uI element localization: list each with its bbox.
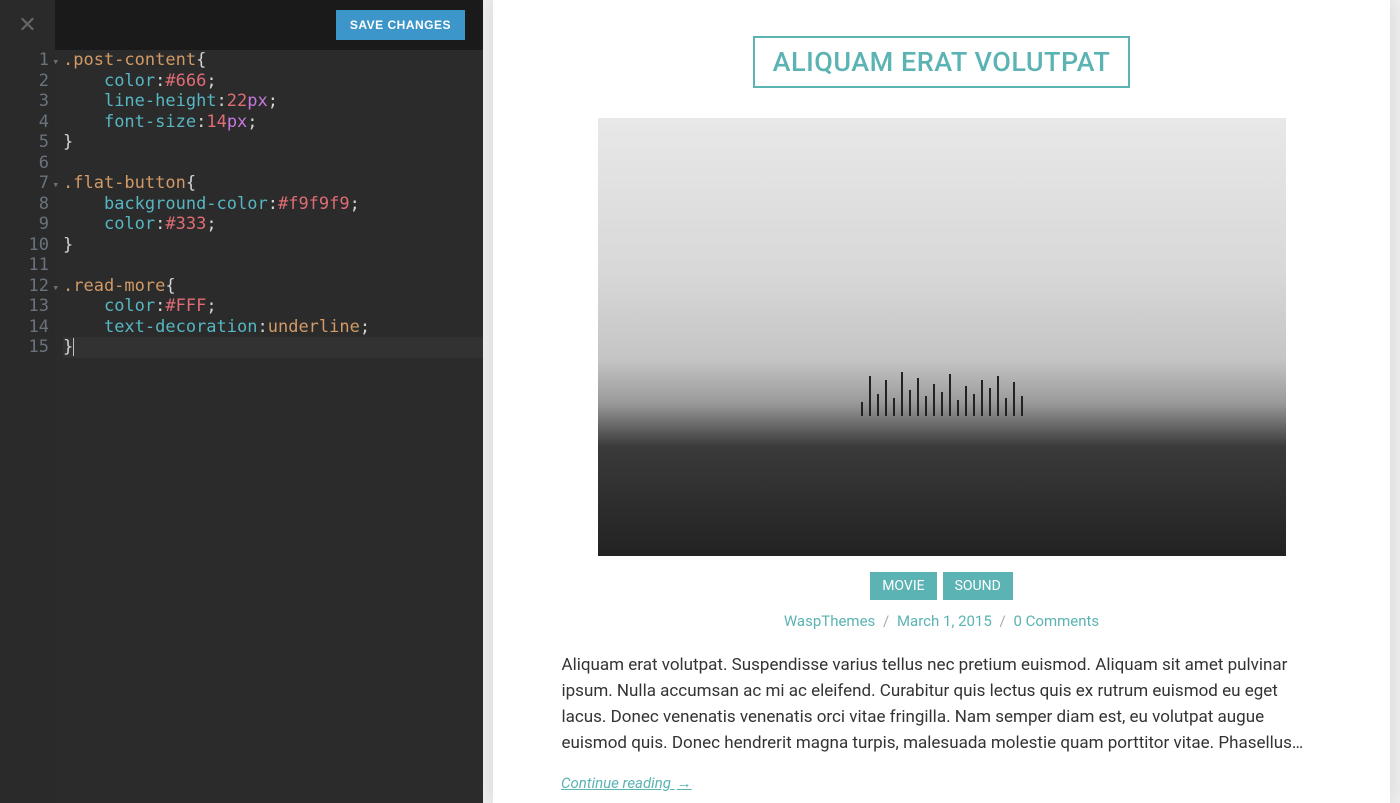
post-excerpt: Aliquam erat volutpat. Suspendisse variu… [562, 652, 1322, 756]
preview-page: ALIQUAM ERAT VOLUTPAT [493, 0, 1390, 803]
code-line[interactable]: line-height:22px; [63, 91, 483, 112]
fold-arrow-icon[interactable]: ▾ [52, 278, 59, 299]
code-line[interactable]: color:#666; [63, 71, 483, 92]
author-link[interactable]: WaspThemes [784, 612, 875, 630]
code-line[interactable]: } [63, 337, 483, 358]
editor-toolbar: SAVE CHANGES [55, 0, 483, 50]
post-meta: WaspThemes / March 1, 2015 / 0 Comments [784, 612, 1099, 630]
code-line[interactable]: } [63, 235, 483, 256]
code-line[interactable]: text-decoration:underline; [63, 317, 483, 338]
comments-link[interactable]: 0 Comments [1013, 612, 1099, 630]
code-line[interactable]: background-color:#f9f9f9; [63, 194, 483, 215]
read-more-link[interactable]: Continue reading → [561, 774, 692, 792]
line-number: 14 [0, 317, 49, 338]
line-number: 9 [0, 214, 49, 235]
line-number: 1▾ [0, 50, 49, 71]
post-title[interactable]: ALIQUAM ERAT VOLUTPAT [753, 36, 1131, 88]
line-number: 12▾ [0, 276, 49, 297]
read-more-label: Continue reading [561, 774, 671, 792]
css-editor-panel: ✕ SAVE CHANGES 1▾234567▾89101112▾131415 … [0, 0, 483, 803]
code-line[interactable] [63, 153, 483, 174]
line-number: 13 [0, 296, 49, 317]
code-line[interactable]: .post-content{ [63, 50, 483, 71]
line-number: 5 [0, 132, 49, 153]
arrow-right-icon: → [677, 774, 692, 792]
date-link[interactable]: March 1, 2015 [897, 612, 992, 630]
category-badge[interactable]: SOUND [943, 572, 1013, 600]
code-line[interactable]: color:#FFF; [63, 296, 483, 317]
code-line[interactable]: color:#333; [63, 214, 483, 235]
preview-panel: ALIQUAM ERAT VOLUTPAT [483, 0, 1400, 803]
line-number: 11 [0, 255, 49, 276]
code-line[interactable]: .flat-button{ [63, 173, 483, 194]
save-button[interactable]: SAVE CHANGES [336, 10, 465, 40]
code-editor[interactable]: 1▾234567▾89101112▾131415 .post-content{ … [0, 50, 483, 803]
meta-separator: / [1000, 612, 1006, 630]
close-icon: ✕ [18, 13, 36, 38]
code-line[interactable]: .read-more{ [63, 276, 483, 297]
code-line[interactable] [63, 255, 483, 276]
category-badges: MOVIE SOUND [870, 572, 1013, 600]
meta-separator: / [883, 612, 889, 630]
category-badge[interactable]: MOVIE [870, 572, 936, 600]
fold-arrow-icon[interactable]: ▾ [52, 175, 59, 196]
line-number: 3 [0, 91, 49, 112]
image-trees [598, 372, 1286, 416]
featured-image[interactable] [598, 118, 1286, 556]
line-number: 8 [0, 194, 49, 215]
code-content[interactable]: .post-content{ color:#666; line-height:2… [55, 50, 483, 803]
line-number: 7▾ [0, 173, 49, 194]
line-number: 2 [0, 71, 49, 92]
fold-arrow-icon[interactable]: ▾ [52, 52, 59, 73]
line-number: 10 [0, 235, 49, 256]
close-button[interactable]: ✕ [0, 0, 55, 50]
code-line[interactable]: font-size:14px; [63, 112, 483, 133]
line-number-gutter: 1▾234567▾89101112▾131415 [0, 50, 55, 803]
line-number: 4 [0, 112, 49, 133]
text-cursor [73, 338, 74, 356]
line-number: 15 [0, 337, 49, 358]
code-line[interactable]: } [63, 132, 483, 153]
image-placeholder [598, 118, 1286, 556]
line-number: 6 [0, 153, 49, 174]
